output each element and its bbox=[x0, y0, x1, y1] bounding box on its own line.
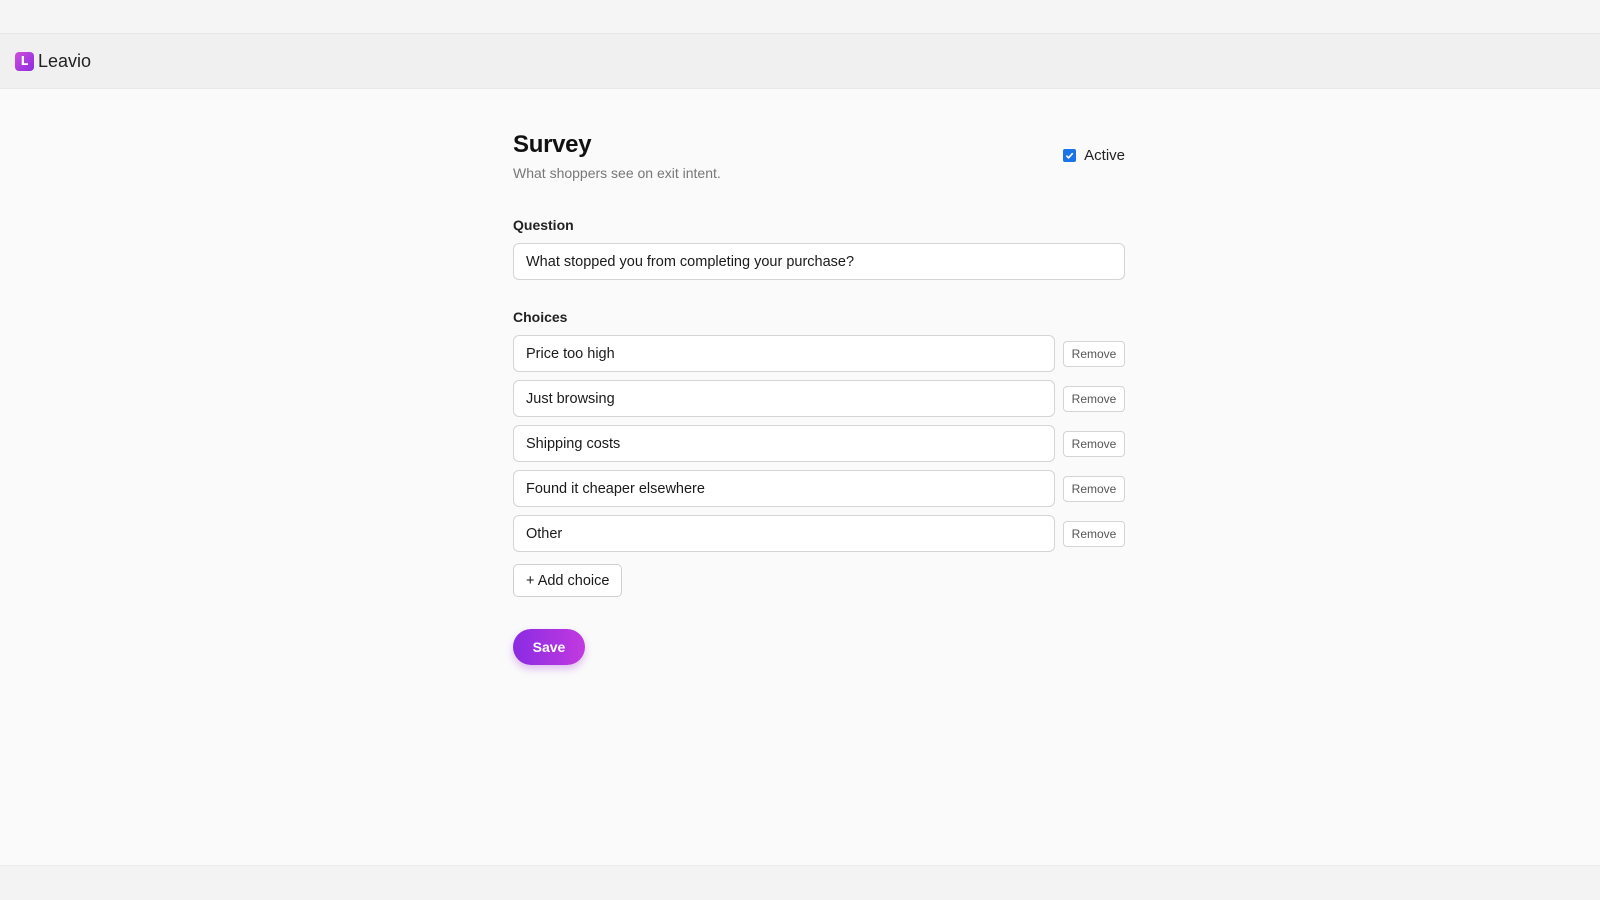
choice-row: Other Remove bbox=[513, 515, 1125, 552]
save-button[interactable]: Save bbox=[513, 629, 585, 665]
survey-editor: Survey What shoppers see on exit intent.… bbox=[0, 89, 1600, 865]
page-subtitle: What shoppers see on exit intent. bbox=[513, 165, 721, 181]
leavio-logo-icon: L bbox=[15, 51, 34, 71]
remove-choice-button[interactable]: Remove bbox=[1063, 520, 1125, 547]
choices-label: Choices bbox=[513, 309, 568, 325]
title-group: Survey What shoppers see on exit intent. bbox=[513, 131, 721, 181]
remove-choice-button[interactable]: Remove bbox=[1063, 385, 1125, 412]
active-label: Active bbox=[1084, 147, 1125, 164]
choice-row: Shipping costs Remove bbox=[513, 425, 1125, 462]
form-header: Survey What shoppers see on exit intent.… bbox=[513, 131, 1125, 181]
choice-input[interactable]: Price too high bbox=[513, 335, 1055, 372]
app-header: L Leavio bbox=[0, 34, 1600, 89]
choice-input[interactable]: Found it cheaper elsewhere bbox=[513, 470, 1055, 507]
page-title: Survey bbox=[513, 131, 592, 158]
remove-choice-button[interactable]: Remove bbox=[1063, 340, 1125, 367]
survey-form: Survey What shoppers see on exit intent.… bbox=[513, 131, 1125, 665]
question-input[interactable]: What stopped you from completing your pu… bbox=[513, 243, 1125, 280]
brand-name: Leavio bbox=[38, 50, 92, 71]
choice-row: Found it cheaper elsewhere Remove bbox=[513, 470, 1125, 507]
choice-row: Just browsing Remove bbox=[513, 380, 1125, 417]
add-choice-button[interactable]: + Add choice bbox=[513, 564, 623, 597]
checkmark-icon bbox=[1065, 152, 1074, 160]
remove-choice-button[interactable]: Remove bbox=[1063, 430, 1125, 457]
question-section: Question What stopped you from completin… bbox=[513, 217, 1125, 280]
browser-top-strip bbox=[0, 0, 1600, 34]
choice-row: Price too high Remove bbox=[513, 335, 1125, 372]
active-toggle[interactable]: Active bbox=[1063, 147, 1125, 164]
footer-strip bbox=[0, 865, 1600, 900]
choice-input[interactable]: Other bbox=[513, 515, 1055, 552]
choice-input[interactable]: Just browsing bbox=[513, 380, 1055, 417]
choices-section: Choices Price too high Remove Just brows… bbox=[513, 309, 1125, 597]
active-checkbox[interactable] bbox=[1063, 149, 1077, 162]
choice-input[interactable]: Shipping costs bbox=[513, 425, 1055, 462]
remove-choice-button[interactable]: Remove bbox=[1063, 475, 1125, 502]
question-label: Question bbox=[513, 217, 574, 233]
